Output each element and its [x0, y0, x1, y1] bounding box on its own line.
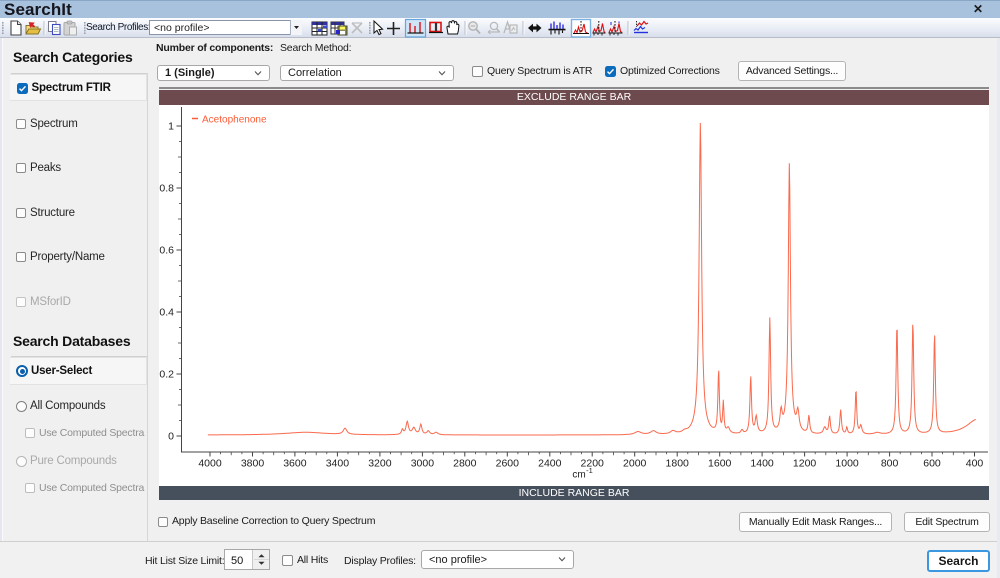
svg-text:0.8: 0.8 — [159, 183, 174, 195]
svg-text:1: 1 — [168, 121, 174, 133]
svg-text:1200: 1200 — [793, 458, 817, 470]
svg-text:2800: 2800 — [453, 458, 477, 470]
svg-text:600: 600 — [923, 458, 941, 470]
svg-text:0.2: 0.2 — [159, 369, 174, 381]
svg-text:cm: cm — [572, 470, 585, 481]
svg-text:3200: 3200 — [368, 458, 392, 470]
svg-text:1400: 1400 — [750, 458, 774, 470]
svg-text:3400: 3400 — [326, 458, 350, 470]
svg-text:2400: 2400 — [538, 458, 562, 470]
svg-text:1800: 1800 — [666, 458, 690, 470]
svg-text:2600: 2600 — [496, 458, 520, 470]
svg-text:800: 800 — [881, 458, 899, 470]
svg-text:4000: 4000 — [198, 458, 222, 470]
svg-text:3000: 3000 — [411, 458, 435, 470]
svg-text:2000: 2000 — [623, 458, 647, 470]
svg-text:1000: 1000 — [835, 458, 859, 470]
svg-text:Acetophenone: Acetophenone — [202, 115, 267, 126]
svg-text:0.6: 0.6 — [159, 245, 174, 257]
svg-text:-1: -1 — [586, 466, 593, 475]
svg-text:0: 0 — [168, 431, 174, 443]
svg-text:3800: 3800 — [241, 458, 265, 470]
svg-text:3600: 3600 — [283, 458, 307, 470]
svg-text:1600: 1600 — [708, 458, 732, 470]
svg-text:0.4: 0.4 — [159, 307, 174, 319]
svg-text:400: 400 — [966, 458, 984, 470]
